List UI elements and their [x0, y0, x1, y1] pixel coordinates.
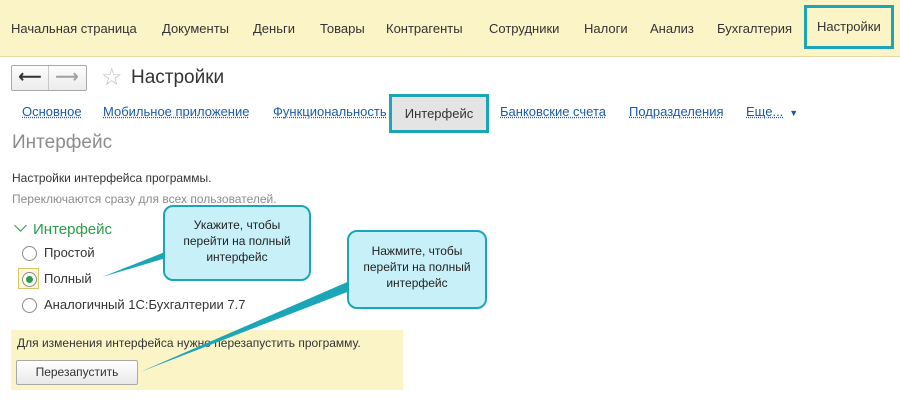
callout-select-full: Укажите, чтобы перейти на полный интерфе…	[163, 205, 311, 281]
callout-pointers	[102, 250, 355, 372]
callout-text: Укажите, чтобы перейти на полный интерфе…	[183, 218, 291, 264]
callout-text: Нажмите, чтобы перейти на полный интерфе…	[363, 244, 471, 290]
callout-press-restart: Нажмите, чтобы перейти на полный интерфе…	[347, 230, 487, 309]
